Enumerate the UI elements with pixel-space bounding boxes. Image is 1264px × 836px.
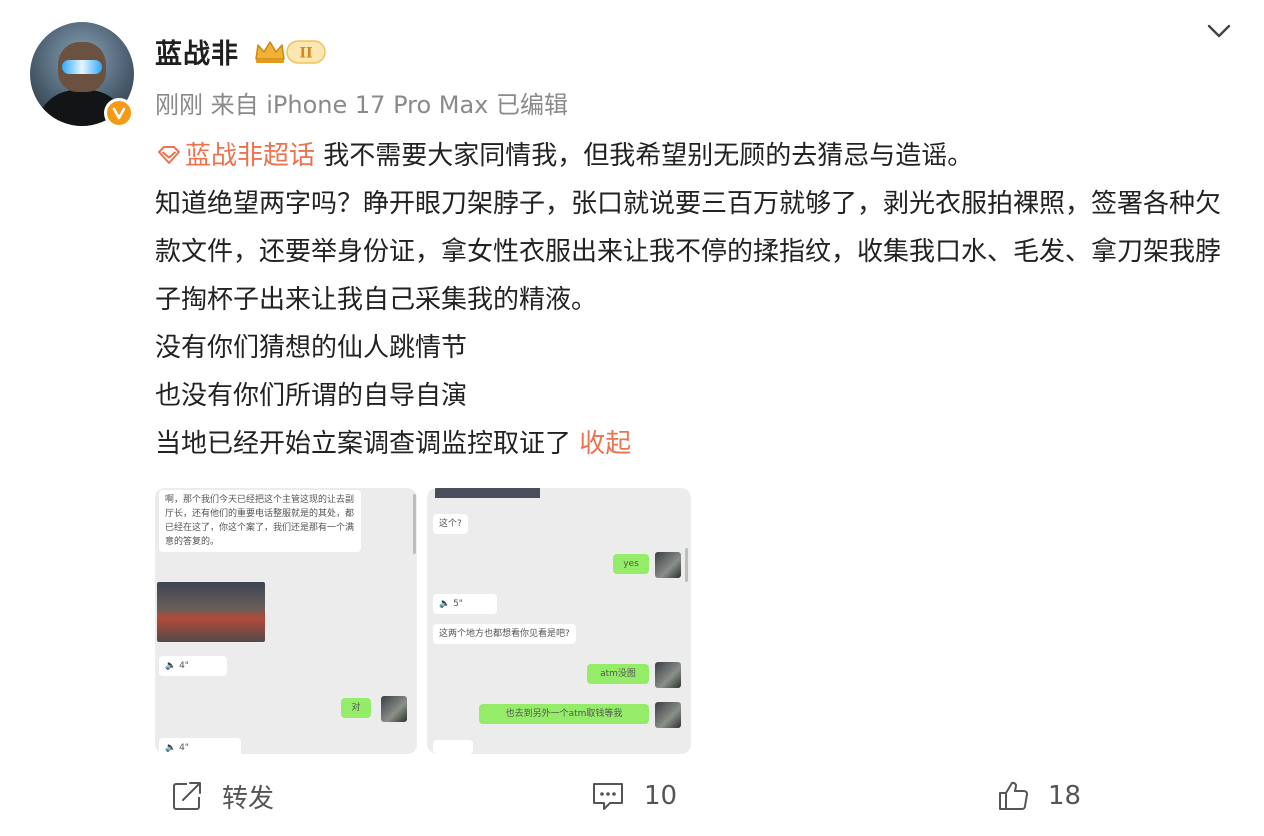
chat-reply: 对 <box>341 698 371 718</box>
image-chat-screenshot-2[interactable]: 这个? yes 🔈 5" 这两个地方也都想看你见看是吧? atm没图 也去到另外… <box>427 488 691 754</box>
post-content: 蓝战非超话 我不需要大家同情我，但我希望别无顾的去猜忌与造谣。 知道绝望两字吗？… <box>155 132 1245 468</box>
chat-reply: atm没图 <box>587 664 649 684</box>
post-paragraph-4: 也没有你们所谓的自导自演 <box>155 381 468 411</box>
comment-icon <box>593 783 623 810</box>
post-paragraph-3: 没有你们猜想的仙人跳情节 <box>155 333 468 363</box>
voice-duration: 4" <box>179 743 189 753</box>
chat-avatar <box>655 662 681 688</box>
post-paragraph-5: 当地已经开始立案调查调监控取证了 收起 <box>155 420 1245 468</box>
chat-avatar <box>381 696 407 722</box>
post-meta: 刚刚 来自 iPhone 17 Pro Max 已编辑 <box>155 91 569 119</box>
chat-reply: yes <box>613 554 649 574</box>
chevron-down-icon[interactable] <box>1204 20 1234 42</box>
paragraph-text: 当地已经开始立案调查调监控取证了 <box>155 429 572 459</box>
repost-button[interactable]: 转发 <box>170 776 274 816</box>
comment-count: 10 <box>644 781 678 811</box>
post-paragraph-2: 知道绝望两字吗？睁开眼刀架脖子，张口就说要三百万就够了，剥光衣服拍裸照，签署各种… <box>155 189 1222 315</box>
voice-duration: 4" <box>179 661 189 671</box>
voice-message: 🔈 4" <box>159 738 241 754</box>
voice-message: 🔈 4" <box>159 656 227 676</box>
like-button[interactable]: 18 <box>996 776 1081 816</box>
like-count: 18 <box>1048 781 1082 811</box>
verified-v-icon <box>104 98 134 128</box>
avatar-visor <box>62 60 102 74</box>
chat-avatar <box>655 552 681 578</box>
collapse-link[interactable]: 收起 <box>579 429 631 459</box>
chat-avatar <box>655 702 681 728</box>
chat-reply: 也去到另外一个atm取钱等我 <box>479 704 649 724</box>
supertopic-link[interactable]: 蓝战非超话 <box>155 141 315 171</box>
voice-duration: 5" <box>453 599 463 609</box>
comment-button[interactable]: 10 <box>590 776 677 816</box>
scrollbar <box>413 494 416 554</box>
diamond-icon <box>158 146 180 164</box>
chat-photo <box>157 582 265 642</box>
badge-level: II <box>299 46 312 62</box>
photo-strip <box>435 488 540 498</box>
chat-message <box>433 740 473 754</box>
repost-label: 转发 <box>222 783 275 814</box>
paragraph-text: 我不需要大家同情我，但我希望别无顾的去猜忌与造谣。 <box>323 141 974 171</box>
supertopic-label[interactable]: 蓝战非超话 <box>185 141 315 171</box>
share-icon <box>173 782 201 810</box>
chat-message: 这两个地方也都想看你见看是吧? <box>433 624 576 644</box>
crown-badge-icon[interactable]: II <box>253 37 327 67</box>
image-chat-screenshot-1[interactable]: 啊，那个我们今天已经把这个主管这现的让去副厅长，还有他们的重要电话整服就是的其处… <box>155 488 417 754</box>
voice-message: 🔈 5" <box>433 594 497 614</box>
username[interactable]: 蓝战非 <box>155 32 239 71</box>
chat-message: 这个? <box>433 514 468 534</box>
post-paragraph-1: 蓝战非超话 我不需要大家同情我，但我希望别无顾的去猜忌与造谣。 <box>155 132 1245 180</box>
scrollbar <box>685 548 688 582</box>
thumbs-up-icon <box>999 781 1028 810</box>
chat-message: 啊，那个我们今天已经把这个主管这现的让去副厅长，还有他们的重要电话整服就是的其处… <box>159 490 361 552</box>
